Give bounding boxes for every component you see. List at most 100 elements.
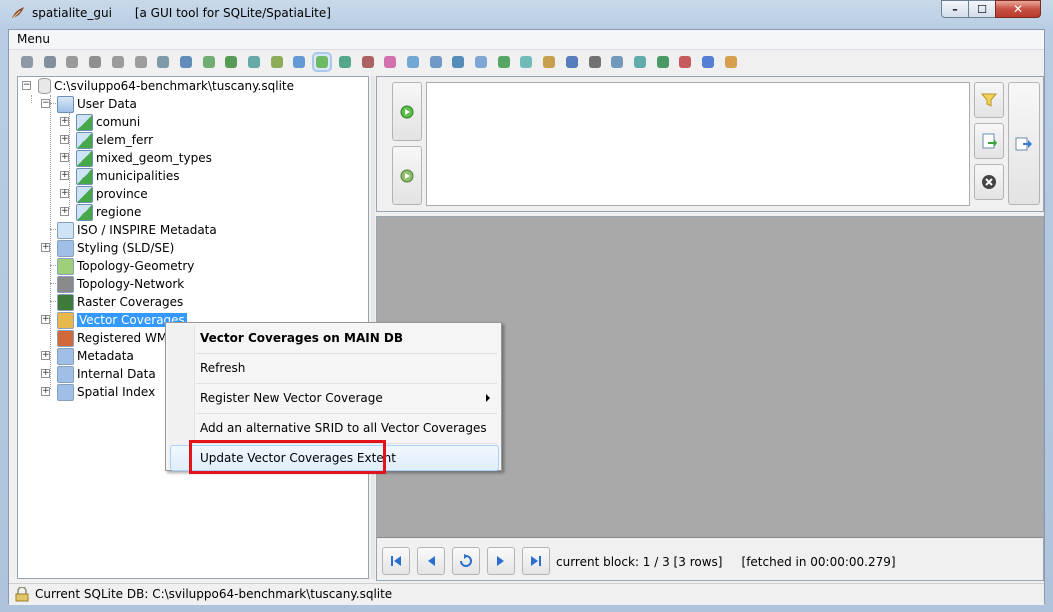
tree-node-internal-data[interactable]: + Internal Data: [41, 365, 156, 383]
virtual-dbf-icon[interactable]: [291, 54, 307, 70]
load-shapefile-icon[interactable]: [223, 54, 239, 70]
previous-block-button[interactable]: [417, 547, 445, 575]
tree-node-label: Topology-Network: [77, 277, 185, 291]
load-xl-icon[interactable]: [314, 54, 331, 70]
create-db-icon[interactable]: [64, 54, 80, 70]
connect-icon[interactable]: [19, 54, 35, 70]
tree-table-regione[interactable]: + regione: [60, 203, 141, 221]
first-block-button[interactable]: [382, 547, 410, 575]
history-forward-icon: [400, 169, 414, 182]
collapse-icon[interactable]: −: [22, 81, 31, 90]
history-back-button[interactable]: [392, 82, 422, 141]
gps-icon[interactable]: [405, 54, 421, 70]
tree-node-registered-wms[interactable]: Registered WMS: [41, 329, 175, 347]
help-icon[interactable]: [700, 54, 716, 70]
refresh-block-button[interactable]: [452, 547, 480, 575]
db-status-icon[interactable]: [587, 54, 603, 70]
virtual-shapefile-icon[interactable]: [246, 54, 262, 70]
tree-node-topology-network[interactable]: Topology-Network: [41, 275, 184, 293]
tree-table-label: mixed_geom_types: [96, 151, 212, 165]
vector-coverage-icon: [57, 311, 74, 329]
expand-icon[interactable]: +: [60, 117, 69, 126]
connect-readonly-icon[interactable]: [42, 54, 58, 70]
maximize-button[interactable]: ☐: [968, 0, 996, 18]
expand-icon[interactable]: +: [41, 387, 50, 396]
history-forward-button[interactable]: [392, 146, 422, 205]
exif-icon[interactable]: [382, 54, 398, 70]
expand-icon[interactable]: +: [60, 207, 69, 216]
network-icon[interactable]: [360, 54, 376, 70]
sql-query-input[interactable]: [426, 82, 970, 206]
execute-query-button[interactable]: [1008, 82, 1040, 205]
check-geometries-icon[interactable]: [609, 54, 625, 70]
exit-icon[interactable]: [723, 54, 739, 70]
next-block-button[interactable]: [487, 547, 515, 575]
tree-node-user-data[interactable]: − User Data: [41, 95, 137, 113]
context-menu-header[interactable]: Vector Coverages on MAIN DB: [170, 325, 499, 351]
wfs-icon[interactable]: [450, 54, 466, 70]
context-menu-header-label: Vector Coverages on MAIN DB: [200, 331, 404, 345]
menu-main[interactable]: Menu: [17, 32, 50, 46]
sanitize-geometries-icon[interactable]: [632, 54, 648, 70]
virtual-xl-icon[interactable]: [337, 54, 353, 70]
tree-node-metadata[interactable]: + Metadata: [41, 347, 134, 365]
attach-icon[interactable]: [541, 54, 557, 70]
tree-table-province[interactable]: + province: [60, 185, 148, 203]
expand-icon[interactable]: +: [60, 135, 69, 144]
srid-icon[interactable]: [518, 54, 534, 70]
filter-button[interactable]: [974, 82, 1004, 118]
clear-query-button[interactable]: [974, 164, 1004, 200]
map-icon[interactable]: [655, 54, 671, 70]
expand-icon[interactable]: +: [60, 153, 69, 162]
metadata-folder-icon: [57, 347, 74, 365]
tree-table-municipalities[interactable]: + municipalities: [60, 167, 179, 185]
memory-db-save-icon[interactable]: [155, 54, 171, 70]
tree-node-label: Topology-Geometry: [77, 259, 195, 273]
svg-icon[interactable]: [496, 54, 512, 70]
tree-node-spatial-index[interactable]: + Spatial Index: [41, 383, 155, 401]
dxf-icon[interactable]: [473, 54, 489, 70]
minimize-button[interactable]: –: [941, 0, 969, 18]
virtual-dbf-icon-glyph: [293, 56, 306, 68]
collapse-icon[interactable]: −: [41, 99, 50, 108]
tree-node-iso-inspire-metadata[interactable]: ISO / INSPIRE Metadata: [41, 221, 217, 239]
database-icon: [38, 78, 51, 94]
create-memory-db-icon[interactable]: [87, 54, 103, 70]
load-dbf-icon[interactable]: [269, 54, 285, 70]
expand-icon[interactable]: +: [41, 369, 50, 378]
memory-db-load-icon[interactable]: [133, 54, 149, 70]
sql-script-icon[interactable]: [201, 54, 217, 70]
spatial-table-icon: [76, 113, 93, 131]
close-button[interactable]: ✕: [995, 0, 1041, 18]
internal-data-icon: [57, 365, 74, 383]
last-block-button[interactable]: [522, 547, 550, 575]
expand-icon[interactable]: +: [60, 171, 69, 180]
expand-icon[interactable]: +: [41, 315, 50, 324]
tree-node-styling-sld-se[interactable]: + Styling (SLD/SE): [41, 239, 174, 257]
title-bar[interactable]: spatialite_gui [a GUI tool for SQLite/Sp…: [0, 0, 1053, 28]
expand-icon[interactable]: +: [41, 351, 50, 360]
menu-item-register-vector-coverage[interactable]: Register New Vector Coverage: [170, 385, 499, 411]
tree-root[interactable]: − C:\sviluppo64-benchmark\tuscany.sqlite: [22, 77, 294, 95]
expand-icon[interactable]: +: [41, 243, 50, 252]
about-icon[interactable]: [677, 54, 693, 70]
menu-separator: [196, 353, 497, 354]
tree-node-raster-coverages[interactable]: Raster Coverages: [41, 293, 183, 311]
tree-node-topology-geometry[interactable]: Topology-Geometry: [41, 257, 194, 275]
spatial-table-icon: [76, 149, 93, 167]
menu-item-refresh[interactable]: Refresh: [170, 355, 499, 381]
tree-table-elem_ferr[interactable]: + elem_ferr: [60, 131, 153, 149]
disconnect-icon[interactable]: [110, 54, 126, 70]
tree-table-mixed_geom_types[interactable]: + mixed_geom_types: [60, 149, 212, 167]
block-status-text: current block: 1 / 3 [3 rows] [fetched i…: [556, 555, 896, 569]
expand-icon[interactable]: +: [60, 189, 69, 198]
status-db-path: Current SQLite DB: C:\sviluppo64-benchma…: [35, 587, 393, 601]
xml-icon[interactable]: [428, 54, 444, 70]
next-block-icon: [497, 556, 504, 566]
menu-item-add-alternative-srid[interactable]: Add an alternative SRID to all Vector Co…: [170, 415, 499, 441]
tree-table-comuni[interactable]: + comuni: [60, 113, 140, 131]
load-sql-script-button[interactable]: [974, 123, 1004, 159]
vacuum-icon[interactable]: [178, 54, 194, 70]
load-dbf-icon-glyph: [270, 56, 283, 68]
sql-log-icon[interactable]: [564, 54, 580, 70]
